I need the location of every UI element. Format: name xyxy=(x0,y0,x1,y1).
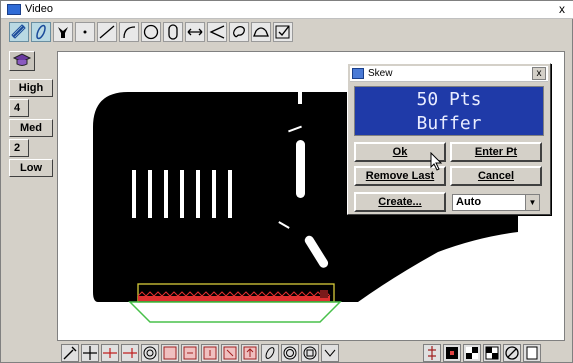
angle-icon[interactable] xyxy=(207,22,227,42)
mouse-pointer-icon xyxy=(430,152,443,171)
box-tool-3-icon[interactable] xyxy=(201,344,219,362)
long-slot xyxy=(296,140,305,198)
check-tool-icon[interactable] xyxy=(273,22,293,42)
chevron-down-icon[interactable]: ▼ xyxy=(525,195,539,210)
measure-toolbar xyxy=(9,20,309,44)
line-icon[interactable] xyxy=(97,22,117,42)
slot-5 xyxy=(196,170,200,218)
no-entry-icon[interactable] xyxy=(503,344,521,362)
mode-select-value: Auto xyxy=(456,196,482,208)
window-close-button[interactable]: x xyxy=(554,2,570,17)
edge-points-red xyxy=(138,296,330,301)
oval-tool-icon[interactable] xyxy=(261,344,279,362)
dialog-title: Skew xyxy=(368,68,393,79)
box-tool-icon[interactable] xyxy=(161,344,179,362)
page-icon[interactable] xyxy=(523,344,541,362)
light-3-icon[interactable] xyxy=(483,344,501,362)
skew-dialog: Skew x 50 Pts Buffer Ok Enter Pt Remove … xyxy=(347,63,551,215)
light-low-button[interactable]: Low xyxy=(9,159,53,177)
slot-6 xyxy=(212,170,216,218)
square-ring-icon[interactable] xyxy=(301,344,319,362)
slot-2 xyxy=(148,170,152,218)
enter-pt-button[interactable]: Enter Pt xyxy=(450,142,542,162)
window-title: Video xyxy=(25,3,53,15)
light-level-2[interactable]: 2 xyxy=(9,139,29,157)
feature-point-icon[interactable] xyxy=(53,22,73,42)
slot-3 xyxy=(164,170,168,218)
arch-icon[interactable] xyxy=(251,22,271,42)
line-measure-icon[interactable] xyxy=(9,22,29,42)
buffer-display: 50 Pts Buffer xyxy=(354,86,544,136)
display-line-2: Buffer xyxy=(416,113,482,134)
pen-measure-icon[interactable] xyxy=(31,22,51,42)
crosshair-icon[interactable] xyxy=(81,344,99,362)
video-window: Video x High 4 Med 2 Low Skew x 50 Pts B… xyxy=(0,0,573,363)
box-tool-2-icon[interactable] xyxy=(181,344,199,362)
slot-7 xyxy=(228,170,232,218)
cancel-button[interactable]: Cancel xyxy=(450,166,542,186)
create-button[interactable]: Create... xyxy=(354,192,446,212)
dialog-title-bar: Skew x xyxy=(350,66,548,82)
title-bar: Video x xyxy=(1,1,573,19)
blob-icon[interactable] xyxy=(229,22,249,42)
light-1-icon[interactable] xyxy=(443,344,461,362)
display-line-1: 50 Pts xyxy=(416,89,482,110)
box-tool-5-icon[interactable] xyxy=(241,344,259,362)
tool-toolbar xyxy=(61,342,571,363)
light-level-4[interactable]: 4 xyxy=(9,99,29,117)
gear-target-icon[interactable] xyxy=(141,344,159,362)
box-tool-4-icon[interactable] xyxy=(221,344,239,362)
selection-handle xyxy=(320,290,328,298)
light-med-button[interactable]: Med xyxy=(9,119,53,137)
circle-icon[interactable] xyxy=(141,22,161,42)
slot-icon[interactable] xyxy=(163,22,183,42)
light-high-button[interactable]: High xyxy=(9,79,53,97)
edge-tool-2-icon[interactable] xyxy=(121,344,139,362)
slot-1 xyxy=(132,170,136,218)
ring-tool-icon[interactable] xyxy=(281,344,299,362)
light-2-icon[interactable] xyxy=(463,344,481,362)
dialog-close-button[interactable]: x xyxy=(532,67,546,80)
dialog-window-icon xyxy=(352,68,364,79)
video-window-icon xyxy=(7,4,21,15)
probe-icon[interactable] xyxy=(61,344,79,362)
light-axis-icon[interactable] xyxy=(423,344,441,362)
top-notch xyxy=(298,90,302,104)
point-icon[interactable] xyxy=(75,22,95,42)
mode-select[interactable]: Auto ▼ xyxy=(452,194,540,211)
selection-box-green xyxy=(128,301,342,323)
arc-icon[interactable] xyxy=(119,22,139,42)
chevron-icon[interactable] xyxy=(321,344,339,362)
edge-tool-icon[interactable] xyxy=(101,344,119,362)
distance-icon[interactable] xyxy=(185,22,205,42)
slot-4 xyxy=(180,170,184,218)
graduation-cap-icon[interactable] xyxy=(9,51,35,71)
